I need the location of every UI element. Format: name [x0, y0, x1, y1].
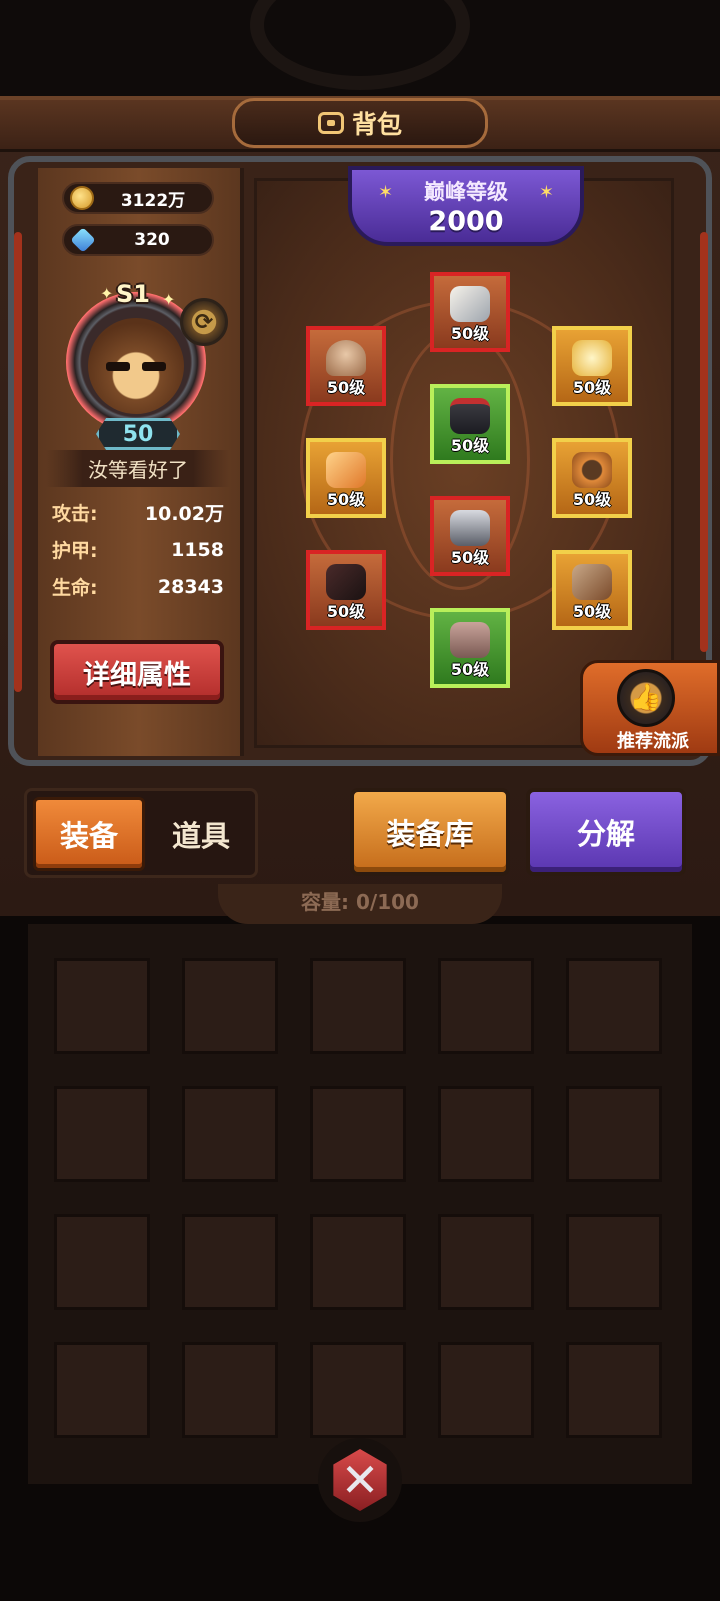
- peak-level-banner: ✶ ✶ 巅峰等级 2000: [348, 166, 584, 246]
- stat-value: 1158: [171, 538, 224, 561]
- equip-slot-necklace[interactable]: 50级: [552, 326, 632, 406]
- left-eye: [106, 362, 130, 371]
- crossbow-icon: [326, 564, 366, 600]
- inventory-slot[interactable]: [54, 1086, 150, 1182]
- bag-icon: [317, 112, 344, 134]
- inventory-slot[interactable]: [182, 1086, 278, 1182]
- rank-badge: S1: [116, 280, 150, 308]
- inventory-slot[interactable]: [182, 1342, 278, 1438]
- inventory-slot[interactable]: [310, 1342, 406, 1438]
- inventory-slot[interactable]: [438, 1214, 534, 1310]
- stat-value: 10.02万: [144, 503, 224, 525]
- recommend-build-label: 推荐流派: [617, 731, 689, 752]
- plume-icon: [450, 286, 490, 322]
- item-level: 50级: [326, 378, 366, 397]
- peak-level-value: 2000: [428, 205, 504, 237]
- armor-icon: [450, 398, 490, 434]
- item-level: 50级: [572, 490, 612, 509]
- gold-value: 3122万: [120, 190, 186, 211]
- gold-counter: 3122万: [62, 182, 214, 214]
- inventory-slot[interactable]: [54, 1214, 150, 1310]
- close-icon: ✕: [333, 1449, 387, 1511]
- decompose-button[interactable]: 分解: [526, 788, 686, 876]
- inventory-slot[interactable]: [310, 1086, 406, 1182]
- star-icon: ✦: [100, 284, 114, 303]
- tab-equipment[interactable]: 装备: [33, 797, 145, 871]
- frame-trim-right: [700, 232, 708, 652]
- equip-slot-quiver[interactable]: 50级: [552, 550, 632, 630]
- star-icon: ✶: [378, 182, 394, 203]
- stat-armor: 护甲: 1158: [52, 531, 224, 568]
- item-level: 50级: [450, 436, 490, 455]
- pants-icon: [450, 510, 490, 546]
- gem-counter: 320: [62, 224, 214, 256]
- equip-slot-pants[interactable]: 50级: [430, 496, 510, 576]
- page-title: 背包: [351, 110, 402, 139]
- inventory-slot[interactable]: [566, 958, 662, 1054]
- inventory-slot[interactable]: [310, 958, 406, 1054]
- bear-face: [88, 318, 184, 414]
- item-level: 50级: [450, 548, 490, 567]
- capacity-counter: 容量: 0/100: [218, 884, 502, 924]
- inventory-tabs: 装备 道具: [24, 788, 258, 878]
- detail-attributes-button[interactable]: 详细属性: [50, 640, 224, 704]
- coin-icon: [70, 186, 94, 210]
- recommend-build-button[interactable]: 👍 推荐流派: [580, 660, 720, 756]
- right-eye: [142, 362, 166, 371]
- inventory-slot[interactable]: [566, 1342, 662, 1438]
- close-button[interactable]: ✕: [318, 1438, 402, 1522]
- peak-level-label: 巅峰等级: [424, 179, 508, 204]
- equipment-library-button[interactable]: 装备库: [350, 788, 510, 876]
- frame-trim-left: [14, 232, 22, 692]
- inventory-slot[interactable]: [54, 1342, 150, 1438]
- star-icon: ✦: [162, 290, 176, 309]
- equip-slot-helmet[interactable]: 50级: [306, 326, 386, 406]
- belt-icon: [572, 452, 612, 488]
- inventory-slot[interactable]: [54, 958, 150, 1054]
- inventory-slot[interactable]: [438, 958, 534, 1054]
- item-level: 50级: [572, 378, 612, 397]
- equip-slot-gloves[interactable]: 50级: [306, 438, 386, 518]
- inventory-slot[interactable]: [182, 958, 278, 1054]
- item-level: 50级: [572, 602, 612, 621]
- inventory-slot[interactable]: [182, 1214, 278, 1310]
- inventory-slot[interactable]: [566, 1086, 662, 1182]
- equip-slot-boots[interactable]: 50级: [430, 608, 510, 688]
- boots-icon: [450, 622, 490, 658]
- refresh-icon: ⟳: [194, 309, 214, 335]
- helmet-icon: [326, 340, 366, 376]
- stat-label: 攻击:: [52, 503, 98, 525]
- item-level: 50级: [450, 324, 490, 343]
- gauntlet-icon: [326, 452, 366, 488]
- tab-items[interactable]: 道具: [145, 797, 257, 871]
- stat-label: 生命:: [52, 577, 98, 599]
- item-level: 50级: [326, 602, 366, 621]
- player-name: 汝等看好了: [46, 450, 230, 487]
- thumbs-up-icon: 👍: [617, 669, 675, 727]
- equip-slot-belt[interactable]: 50级: [552, 438, 632, 518]
- item-level: 50级: [450, 660, 490, 679]
- equip-slot-weapon[interactable]: 50级: [306, 550, 386, 630]
- winged-amulet-icon: [572, 340, 612, 376]
- inventory-slot[interactable]: [310, 1214, 406, 1310]
- equip-slot-headgear[interactable]: 50级: [430, 272, 510, 352]
- inventory-slot[interactable]: [566, 1214, 662, 1310]
- hero-stats: 攻击: 10.02万 护甲: 1158 生命: 28343: [52, 494, 224, 614]
- stat-attack: 攻击: 10.02万: [52, 494, 224, 531]
- quiver-icon: [572, 564, 612, 600]
- inventory-slot[interactable]: [438, 1086, 534, 1182]
- star-icon: ✶: [538, 182, 554, 203]
- equip-slot-armor[interactable]: 50级: [430, 384, 510, 464]
- stat-health: 生命: 28343: [52, 568, 224, 605]
- gem-value: 320: [134, 230, 170, 250]
- stat-value: 28343: [157, 575, 224, 598]
- title-plate: 背包: [232, 98, 488, 148]
- inventory-slot[interactable]: [438, 1342, 534, 1438]
- swap-hero-button[interactable]: ⟳: [180, 298, 228, 346]
- item-level: 50级: [326, 490, 366, 509]
- hero-level-badge: 50: [96, 418, 180, 450]
- stat-label: 护甲:: [52, 540, 98, 562]
